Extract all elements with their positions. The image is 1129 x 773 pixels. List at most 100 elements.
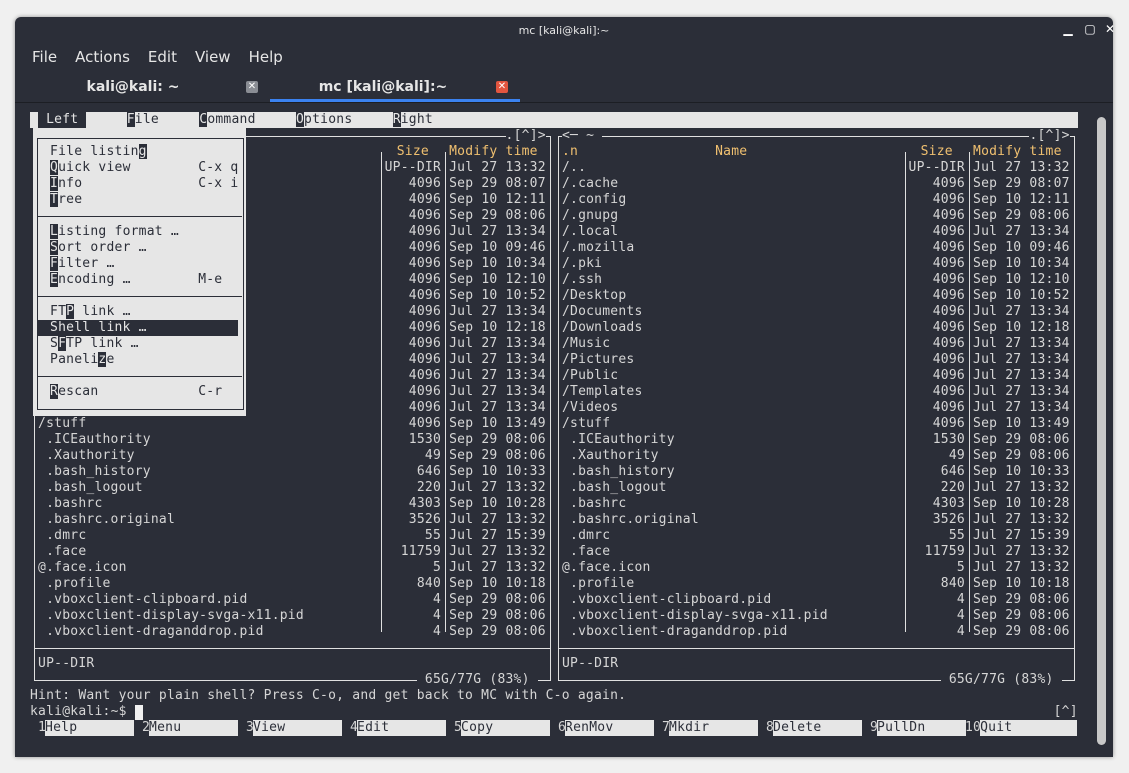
- menu-actions[interactable]: Actions: [75, 48, 130, 66]
- menu-view[interactable]: View: [195, 48, 231, 66]
- menu-item-rescan[interactable]: Rescan C-r: [38, 384, 238, 400]
- mc-menu-right[interactable]: Right: [392, 112, 433, 128]
- file-name[interactable]: .dmrc: [38, 528, 86, 544]
- file-name[interactable]: .vboxclient-draganddrop.pid: [38, 624, 264, 640]
- mc-menu-options[interactable]: Options: [295, 112, 352, 128]
- menu-item-panelize[interactable]: Panelize: [38, 352, 238, 368]
- file-name[interactable]: /.mozilla: [562, 240, 635, 256]
- menu-label-part: ilter …: [58, 256, 115, 271]
- file-name[interactable]: /Desktop: [562, 288, 626, 304]
- fkey-quit-button[interactable]: Quit: [980, 720, 1078, 736]
- file-name[interactable]: @.face.icon: [562, 560, 651, 576]
- file-name[interactable]: .vboxclient-display-svga-x11.pid: [38, 608, 304, 624]
- file-name[interactable]: .bash_logout: [562, 480, 667, 496]
- file-name[interactable]: /Public: [562, 368, 618, 384]
- menu-file[interactable]: File: [32, 48, 57, 66]
- file-name[interactable]: .vboxclient-display-svga-x11.pid: [562, 608, 828, 624]
- fkey-renmov-button[interactable]: RenMov: [565, 720, 655, 736]
- tab-mc[interactable]: mc [kali@kali]:~ ✕: [283, 77, 523, 101]
- file-name[interactable]: @.face.icon: [38, 560, 127, 576]
- column-header-mtime[interactable]: Modify time: [449, 144, 538, 160]
- menu-item-listing-format[interactable]: Listing format …: [38, 224, 238, 240]
- file-name[interactable]: /Videos: [562, 400, 618, 416]
- left-panel-status: UP--DIR: [38, 656, 95, 671]
- menu-item-info[interactable]: Info C-x i: [38, 176, 238, 192]
- fkey-menu-button[interactable]: Menu: [149, 720, 239, 736]
- file-name[interactable]: .bash_logout: [38, 480, 143, 496]
- maximize-icon[interactable]: ▢: [1083, 22, 1097, 36]
- minimize-icon[interactable]: ▁: [1061, 22, 1075, 36]
- mc-menu-command[interactable]: Command: [199, 112, 255, 128]
- menu-item-shell-link[interactable]: Shell link …: [38, 320, 238, 336]
- file-name[interactable]: /Music: [562, 336, 610, 352]
- file-size: 220: [416, 480, 442, 495]
- fkey-edit-button[interactable]: Edit: [357, 720, 447, 736]
- fkey-view-button[interactable]: View: [253, 720, 343, 736]
- file-name[interactable]: .bashrc.original: [562, 512, 699, 528]
- menu-item-quick-view[interactable]: Quick view C-x q: [38, 160, 238, 176]
- fkey-delete-button[interactable]: Delete: [773, 720, 863, 736]
- file-name[interactable]: .face: [38, 544, 86, 560]
- column-header-name[interactable]: Name: [562, 144, 901, 160]
- close-icon[interactable]: ✕: [1103, 22, 1117, 36]
- mc-menu-file[interactable]: File: [126, 112, 159, 128]
- file-name[interactable]: /.ssh: [562, 272, 602, 288]
- menu-edit[interactable]: Edit: [148, 48, 177, 66]
- file-name[interactable]: /..: [562, 160, 586, 176]
- file-name[interactable]: .bashrc: [38, 496, 102, 512]
- close-tab-icon[interactable]: ✕: [246, 81, 258, 93]
- file-name[interactable]: .vboxclient-draganddrop.pid: [562, 624, 788, 640]
- file-name[interactable]: .bashrc: [562, 496, 626, 512]
- left-panel-history-button[interactable]: .[^]>: [505, 128, 546, 144]
- file-name[interactable]: /stuff: [38, 416, 86, 432]
- file-name[interactable]: .face: [562, 544, 610, 560]
- menu-item-ftp-link[interactable]: FTP link …: [38, 304, 238, 320]
- file-name[interactable]: .ICEauthority: [38, 432, 151, 448]
- file-name[interactable]: /.cache: [562, 176, 618, 192]
- file-name[interactable]: .ICEauthority: [562, 432, 675, 448]
- file-name[interactable]: .bashrc.original: [38, 512, 175, 528]
- file-name[interactable]: .profile: [38, 576, 111, 592]
- file-name[interactable]: .bash_history: [562, 464, 675, 480]
- fkey-help-button[interactable]: Help: [45, 720, 135, 736]
- file-name[interactable]: /Pictures: [562, 352, 635, 368]
- scrollbar[interactable]: [1097, 117, 1106, 745]
- right-panel-path[interactable]: <─ ~: [561, 128, 603, 144]
- menu-item-sort-order[interactable]: Sort order …: [38, 240, 238, 256]
- file-name[interactable]: /Templates: [562, 384, 643, 400]
- file-name[interactable]: .vboxclient-clipboard.pid: [38, 592, 247, 608]
- file-mtime: Sep 29 08:06: [973, 592, 1070, 607]
- tab-shell[interactable]: kali@kali: ~ ✕: [33, 77, 273, 101]
- fkey-pulldn-button[interactable]: PullDn: [877, 720, 967, 736]
- file-name[interactable]: /.gnupg: [562, 208, 618, 224]
- file-name[interactable]: .dmrc: [562, 528, 610, 544]
- file-name[interactable]: .vboxclient-clipboard.pid: [562, 592, 771, 608]
- menu-item-file-listing[interactable]: File listing: [38, 144, 238, 160]
- menu-help[interactable]: Help: [249, 48, 283, 66]
- file-name[interactable]: .bash_history: [38, 464, 151, 480]
- menu-item-sftp-link[interactable]: SFTP link …: [38, 336, 238, 352]
- file-name[interactable]: .profile: [562, 576, 635, 592]
- file-name[interactable]: /Documents: [562, 304, 643, 320]
- menu-item-encoding[interactable]: Encoding … M-e: [38, 272, 238, 288]
- close-tab-icon[interactable]: ✕: [496, 81, 508, 93]
- fkey-copy-button[interactable]: Copy: [461, 720, 551, 736]
- menu-item-filter[interactable]: Filter …: [38, 256, 238, 272]
- column-header-size[interactable]: Size: [909, 144, 965, 160]
- file-name[interactable]: /stuff: [562, 416, 610, 432]
- column-header-size[interactable]: Size: [385, 144, 441, 160]
- file-name[interactable]: /.local: [562, 224, 618, 240]
- command-history-button[interactable]: [^]: [1054, 704, 1078, 720]
- fkey-mkdir-button[interactable]: Mkdir: [669, 720, 759, 736]
- file-name[interactable]: .Xauthority: [562, 448, 659, 464]
- mc-menu-left[interactable]: Left: [38, 112, 87, 128]
- file-name[interactable]: .Xauthority: [38, 448, 135, 464]
- right-panel-history-button[interactable]: .[^]>: [1029, 128, 1070, 144]
- column-header-mtime[interactable]: Modify time: [973, 144, 1062, 160]
- right-panel-status: UP--DIR: [561, 656, 619, 671]
- file-name[interactable]: /.config: [562, 192, 626, 208]
- file-name[interactable]: /Downloads: [562, 320, 643, 336]
- file-name[interactable]: /.pki: [562, 256, 602, 272]
- menu-item-tree[interactable]: Tree: [38, 192, 238, 208]
- hotkey-letter: S: [50, 240, 59, 255]
